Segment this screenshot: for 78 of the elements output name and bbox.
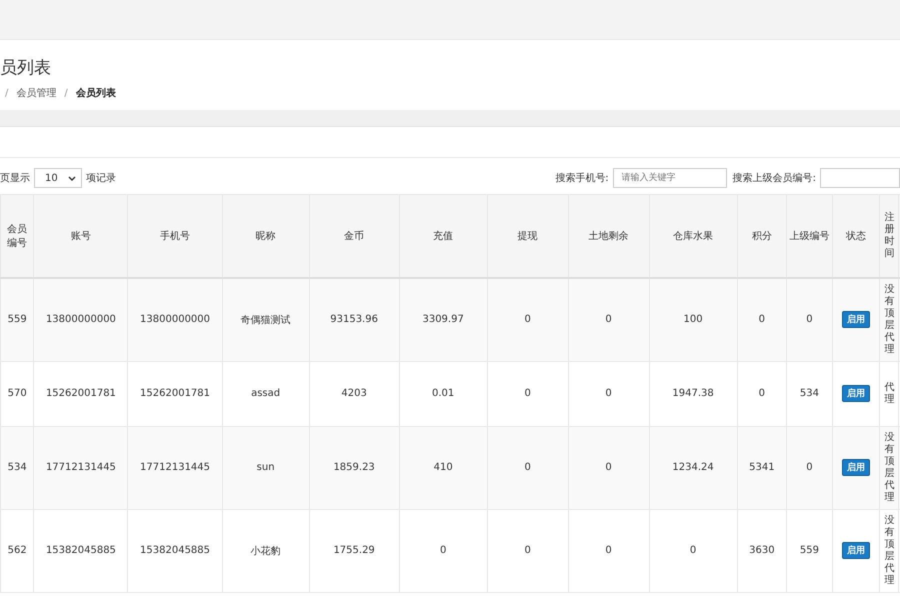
table-cell: 0 (487, 509, 568, 592)
search-label: 搜索手机号: (555, 172, 609, 185)
table-cell: 0 (487, 278, 568, 361)
table-cell: 100 (649, 278, 738, 361)
column-header: 提现 (487, 194, 568, 278)
table-cell: 没有顶层代理 (884, 284, 894, 355)
length-label: 页显示 (0, 172, 30, 185)
table-cell: 93153.96 (309, 278, 400, 361)
status-badge[interactable]: 启用 (842, 385, 870, 402)
table-cell: 没有顶层代理 (884, 432, 894, 502)
table-cell: 没有顶层代理 (884, 514, 894, 586)
table-cell: 559 (786, 509, 832, 592)
table-cell: 小花豹 (222, 509, 310, 592)
table-cell: 570 (0, 361, 34, 426)
breadcrumb-link[interactable]: 会员管理 (16, 86, 56, 100)
table-cell: 1859.23 (309, 426, 400, 509)
column-header: 会员编号 (0, 194, 34, 278)
table-cell: 3630 (737, 509, 787, 592)
table-cell: 15262001781 (128, 361, 222, 426)
table-cell: 0 (487, 426, 568, 509)
column-header: 土地剩余 (568, 194, 650, 278)
table-cell: 0 (786, 426, 832, 509)
search-field[interactable] (820, 168, 900, 188)
table-cell: 15382045885 (34, 509, 128, 592)
table-cell: 0 (568, 361, 650, 426)
column-header: 上级编号 (786, 194, 832, 278)
table-cell: 0 (399, 509, 488, 592)
column-header: 仓库水果 (649, 194, 738, 278)
table-cell: 0 (649, 509, 738, 592)
search-field[interactable]: 请输入关键字 (612, 168, 727, 188)
table-cell: 17712131445 (128, 426, 222, 509)
table-cell: 代理 (884, 382, 894, 404)
table-cell: 562 (0, 509, 34, 592)
column-header: 积分 (737, 194, 787, 278)
table-cell: 17712131445 (34, 426, 128, 509)
table-cell: 559 (0, 278, 34, 361)
table-cell: 15262001781 (34, 361, 128, 426)
table-cell: 0 (737, 361, 787, 426)
page-length-select[interactable]: 10 (34, 168, 82, 188)
table-cell: 0 (737, 278, 787, 361)
column-header: 账号 (34, 194, 128, 278)
table-cell: assad (222, 361, 310, 426)
search-label: 搜索上级会员编号: (732, 172, 816, 185)
table-cell: 534 (0, 426, 34, 509)
breadcrumb-separator: / (5, 88, 8, 98)
chevron-down-icon (68, 176, 76, 180)
column-header: 注册时间 (880, 194, 899, 278)
column-header: 昵称 (222, 194, 310, 278)
table-cell: 0.01 (399, 361, 488, 426)
table-cell: 13800000000 (34, 278, 128, 361)
column-header: 充值 (399, 194, 488, 278)
table-cell: sun (222, 426, 310, 509)
table-cell: 0 (568, 426, 650, 509)
table-cell: 0 (786, 278, 832, 361)
breadcrumb-link[interactable]: 会员列表 (76, 86, 116, 100)
length-label: 项记录 (86, 172, 116, 185)
table-cell: 3309.97 (399, 278, 488, 361)
page-title: 员列表 (0, 57, 52, 79)
status-badge[interactable]: 启用 (842, 459, 870, 476)
status-badge[interactable]: 启用 (842, 311, 870, 328)
table-cell: 1947.38 (649, 361, 738, 426)
column-header: 手机号 (128, 194, 222, 278)
breadcrumb-separator: / (64, 88, 68, 98)
status-badge[interactable]: 启用 (842, 542, 870, 559)
table-cell: 5341 (737, 426, 787, 509)
column-header: 金币 (309, 194, 400, 278)
table-cell: 奇偶猫测试 (222, 278, 310, 361)
table-cell: 15382045885 (128, 509, 222, 592)
table-cell: 534 (786, 361, 832, 426)
table-cell: 0 (568, 509, 650, 592)
table-cell: 13800000000 (128, 278, 222, 361)
table-cell: 410 (399, 426, 488, 509)
table-cell: 4203 (309, 361, 400, 426)
table-cell: 1234.24 (649, 426, 738, 509)
table-cell: 1755.29 (309, 509, 400, 592)
table-cell: 0 (487, 361, 568, 426)
column-header: 状态 (832, 194, 880, 278)
table-cell: 0 (568, 278, 650, 361)
